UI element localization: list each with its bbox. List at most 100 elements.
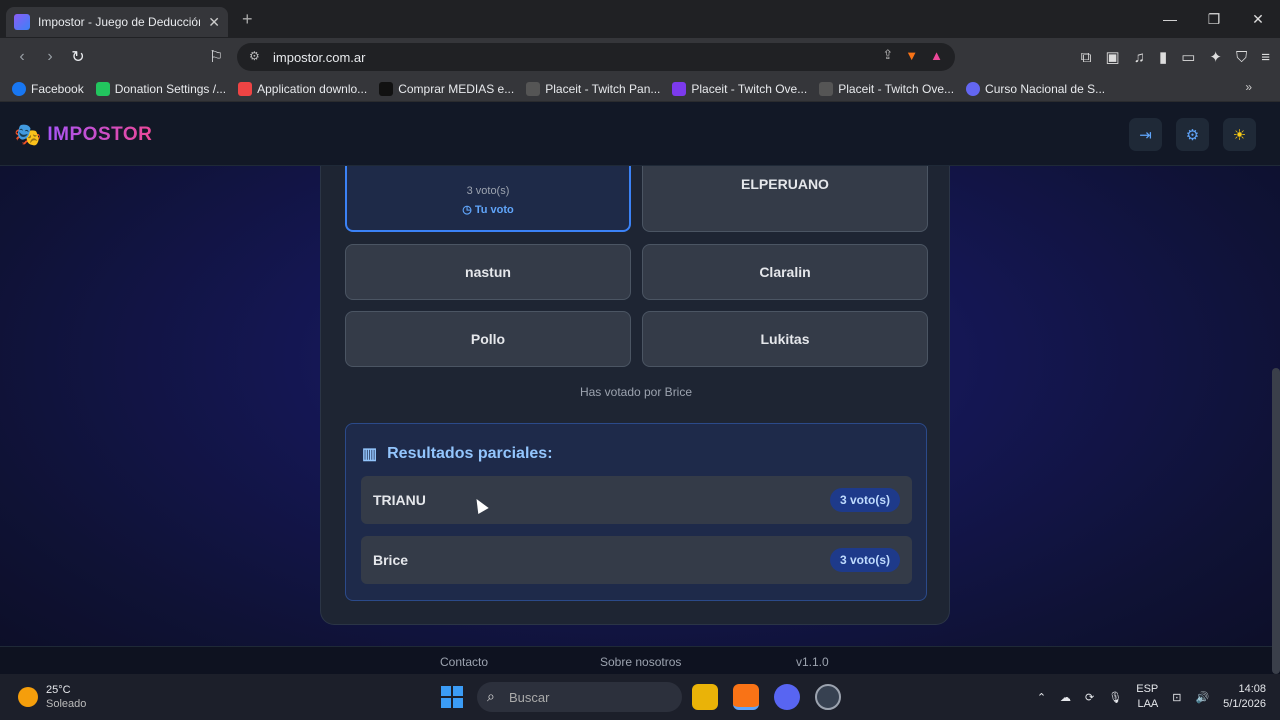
result-row: Brice 3 voto(s) <box>361 536 912 584</box>
result-row: TRIANU 3 voto(s) <box>361 476 912 524</box>
search-icon: ⌕ <box>487 688 495 704</box>
tab-title: Impostor - Juego de Deducción ( <box>38 15 201 29</box>
leo-icon[interactable]: ✦ <box>1209 48 1222 66</box>
vote-option[interactable]: Lukitas <box>642 311 928 367</box>
bookmark-item[interactable]: Facebook <box>12 81 84 96</box>
brave-shield-icon[interactable]: ▼ <box>905 48 918 63</box>
bookmark-label: Facebook <box>31 81 84 96</box>
settings-button[interactable]: ⚙ <box>1176 118 1209 151</box>
version-label: v1.1.0 <box>796 655 829 669</box>
navigation-bar: ‹ › ↻ ⚐ ⚙ impostor.com.ar ⇪ ▼ ▲ ⧉ ▣ ♫ ▮ … <box>0 38 1280 76</box>
brave-browser-icon[interactable] <box>733 684 759 710</box>
vote-status: Has votado por Brice <box>579 385 693 399</box>
logout-button[interactable]: ⇥ <box>1129 118 1162 151</box>
bookmark-item[interactable]: Placeit - Twitch Ove... <box>672 81 808 96</box>
your-vote-label: ◷ Tu voto <box>462 204 514 216</box>
vote-option[interactable]: nastun <box>345 244 631 300</box>
menu-icon[interactable]: ≡ <box>1261 49 1270 66</box>
more-bookmarks-icon[interactable]: » <box>1245 80 1252 94</box>
browser-tab[interactable]: Impostor - Juego de Deducción ( ✕ <box>6 7 228 37</box>
bookmarks-bar: Facebook Donation Settings /... Applicat… <box>0 76 1280 102</box>
bookmark-item[interactable]: Donation Settings /... <box>95 81 227 96</box>
clock[interactable]: 14:08 5/1/2026 <box>1223 682 1266 712</box>
page-viewport: 🎭 IMPOSTOR ⇥ ⚙ ☀ Brice 3 voto(s) ◷ Tu vo… <box>0 102 1280 674</box>
onedrive-icon[interactable]: ☁ <box>1060 691 1071 704</box>
bookmark-item[interactable]: Placeit - Twitch Pan... <box>526 81 661 96</box>
site-favicon-icon <box>14 14 30 30</box>
address-bar[interactable]: ⚙ impostor.com.ar ⇪ ▼ ▲ <box>237 43 955 71</box>
result-name: Brice <box>373 552 409 568</box>
bookmark-item[interactable]: Placeit - Twitch Ove... <box>819 81 954 96</box>
placeit-icon <box>672 81 687 96</box>
vpn-icon[interactable]: ⛉ <box>1236 49 1247 66</box>
close-tab-icon[interactable]: ✕ <box>208 14 220 31</box>
close-window-icon[interactable]: ✕ <box>1236 11 1280 28</box>
window-controls: — ❐ ✕ <box>1148 0 1280 38</box>
back-icon[interactable]: ‹ <box>8 48 36 66</box>
extensions-toolbar: ⧉ ▣ ♫ ▮ ▭ ✦ ⛉ ≡ <box>1081 38 1270 76</box>
minimize-icon[interactable]: — <box>1148 11 1192 27</box>
vote-option-name: Brice <box>472 160 505 162</box>
bookmark-label: Curso Nacional de S... <box>985 81 1106 96</box>
bookmark-label: Donation Settings /... <box>114 81 227 96</box>
bookmark-label: Placeit - Twitch Ove... <box>691 81 808 96</box>
file-explorer-icon[interactable] <box>692 684 718 710</box>
bookmark-label: Application downlo... <box>257 81 368 96</box>
language-indicator[interactable]: ESP LAA <box>1136 682 1158 712</box>
logout-icon: ⇥ <box>1139 126 1152 144</box>
course-icon <box>966 81 981 96</box>
sync-icon[interactable]: ⟳ <box>1085 691 1094 704</box>
shop-icon <box>379 81 394 96</box>
bookmark-item[interactable]: Comprar MEDIAS e... <box>379 81 515 96</box>
bookmark-item[interactable]: Curso Nacional de S... <box>966 81 1106 96</box>
reload-icon[interactable]: ↻ <box>64 47 92 67</box>
about-link[interactable]: Sobre nosotros <box>600 655 681 669</box>
theme-toggle-button[interactable]: ☀ <box>1223 118 1256 151</box>
restore-icon[interactable]: ❐ <box>1192 11 1236 28</box>
share-icon[interactable]: ⇪ <box>882 47 893 63</box>
weather-condition: Soleado <box>46 698 87 710</box>
vote-option-selected[interactable]: Brice 3 voto(s) ◷ Tu voto <box>345 160 631 232</box>
taskbar-search[interactable]: ⌕ Buscar <box>477 682 682 712</box>
microphone-icon[interactable]: 🎙 <box>1108 691 1122 704</box>
bookmark-icon[interactable]: ⚐ <box>202 47 230 67</box>
wallet-icon[interactable]: ▭ <box>1181 48 1195 66</box>
system-tray: ⌃ ☁ ⟳ 🎙 ESP LAA ⊡ 🔊 14:08 5/1/2026 <box>1037 682 1266 712</box>
streamlabs-icon <box>95 81 110 96</box>
gear-icon: ⚙ <box>1185 126 1200 144</box>
bookmark-label: Placeit - Twitch Pan... <box>545 81 661 96</box>
vote-option[interactable]: Claralin <box>642 244 928 300</box>
discord-icon[interactable] <box>774 684 800 710</box>
weather-widget[interactable]: 25°C Soleado <box>18 683 86 711</box>
obs-icon[interactable] <box>815 684 841 710</box>
app-header: 🎭 IMPOSTOR ⇥ ⚙ ☀ <box>0 102 1280 166</box>
scrollbar[interactable] <box>1272 368 1280 674</box>
music-icon[interactable]: ♫ <box>1134 49 1145 66</box>
sun-weather-icon <box>18 687 38 707</box>
vote-option[interactable]: Pollo <box>345 311 631 367</box>
theater-mask-icon: 🎭 <box>14 122 42 147</box>
results-title: ▥ Resultados parciales: <box>362 445 553 463</box>
forward-icon[interactable]: › <box>36 48 64 66</box>
bookmark-label: Comprar MEDIAS e... <box>398 81 515 96</box>
chevron-up-icon[interactable]: ⌃ <box>1037 691 1046 704</box>
placeit-icon <box>819 81 834 96</box>
volume-icon[interactable]: 🔊 <box>1195 691 1209 704</box>
windows-start-icon[interactable] <box>441 686 463 708</box>
sidebar-icon[interactable]: ▮ <box>1159 48 1167 66</box>
site-info-icon[interactable]: ⚙ <box>249 49 260 63</box>
app-icon <box>238 81 253 96</box>
new-tab-icon[interactable]: + <box>242 9 253 30</box>
network-icon[interactable]: ⊡ <box>1172 691 1181 704</box>
app-logo[interactable]: 🎭 IMPOSTOR <box>14 122 152 148</box>
vote-option[interactable]: ELPERUANO <box>642 166 928 232</box>
bookmark-item[interactable]: Application downlo... <box>238 81 368 96</box>
vote-count: 3 voto(s) <box>466 185 510 197</box>
extensions-icon[interactable]: ⧉ <box>1081 49 1092 66</box>
placeit-icon <box>526 81 541 96</box>
contact-link[interactable]: Contacto <box>440 655 488 669</box>
search-placeholder: Buscar <box>509 689 550 705</box>
brave-rewards-icon[interactable]: ▲ <box>930 48 943 63</box>
media-icon[interactable]: ▣ <box>1106 48 1120 66</box>
temperature: 25°C <box>46 684 71 696</box>
